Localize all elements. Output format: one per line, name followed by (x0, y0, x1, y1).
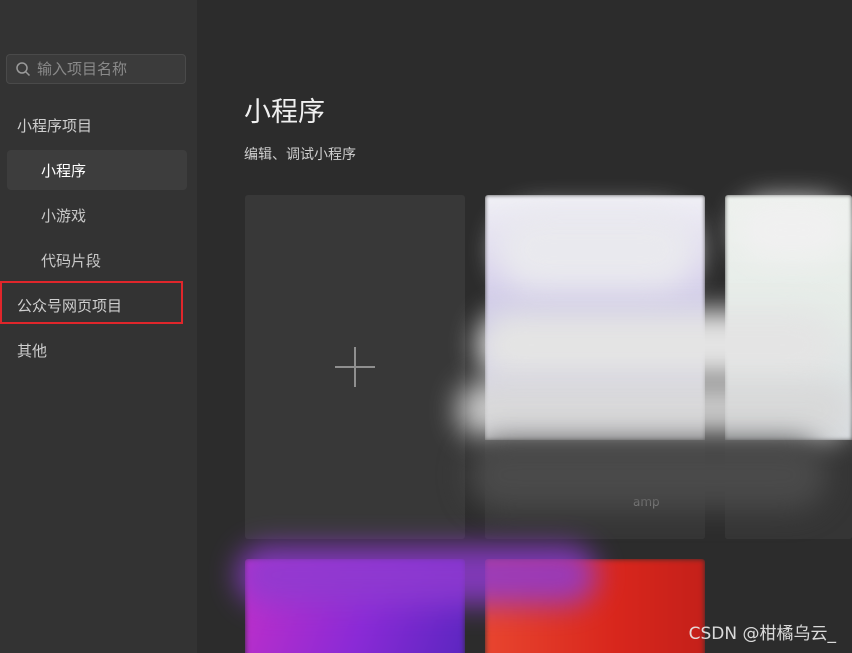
page-title: 小程序 (244, 97, 325, 128)
search-box[interactable] (6, 54, 186, 84)
plus-icon (335, 347, 375, 387)
nav-group-label: 公众号网页项目 (17, 296, 123, 315)
search-icon (16, 62, 31, 77)
project-card-footer: amp (485, 440, 705, 539)
watermark: CSDN @柑橘乌云_ (688, 624, 836, 644)
new-project-card[interactable] (245, 195, 465, 539)
project-thumbnail (725, 195, 852, 440)
nav-group-label: 小程序项目 (17, 116, 93, 135)
project-card[interactable] (245, 559, 465, 653)
nav-item-code-snippets[interactable]: 代码片段 (7, 240, 187, 280)
nav-group-miniprogram-projects[interactable]: 小程序项目 (7, 105, 187, 145)
nav-group-label: 其他 (17, 341, 48, 360)
project-card[interactable]: amp (485, 195, 705, 539)
project-card[interactable] (485, 559, 705, 653)
nav-item-miniprogram[interactable]: 小程序 (7, 150, 187, 190)
nav-group-other[interactable]: 其他 (7, 330, 187, 370)
devtools-project-selector: 小程序项目 小程序 小游戏 代码片段 公众号网页项目 其他 小程序 编辑、调试小… (0, 0, 852, 653)
main-panel: 小程序 编辑、调试小程序 amp (197, 0, 852, 653)
project-thumbnail (485, 559, 705, 653)
project-card[interactable] (725, 195, 852, 539)
nav-item-label: 小游戏 (41, 206, 87, 225)
nav-item-label: 小程序 (41, 161, 87, 180)
search-input[interactable] (35, 59, 179, 79)
project-name: amp (633, 495, 660, 509)
nav-item-minigame[interactable]: 小游戏 (7, 195, 187, 235)
project-card-footer (725, 440, 852, 539)
nav-item-label: 代码片段 (41, 251, 102, 270)
project-thumbnail (245, 559, 465, 653)
sidebar: 小程序项目 小程序 小游戏 代码片段 公众号网页项目 其他 (0, 0, 197, 653)
nav-group-official-account-web[interactable]: 公众号网页项目 (7, 285, 187, 325)
project-thumbnail (485, 195, 705, 440)
page-subtitle: 编辑、调试小程序 (244, 147, 356, 163)
